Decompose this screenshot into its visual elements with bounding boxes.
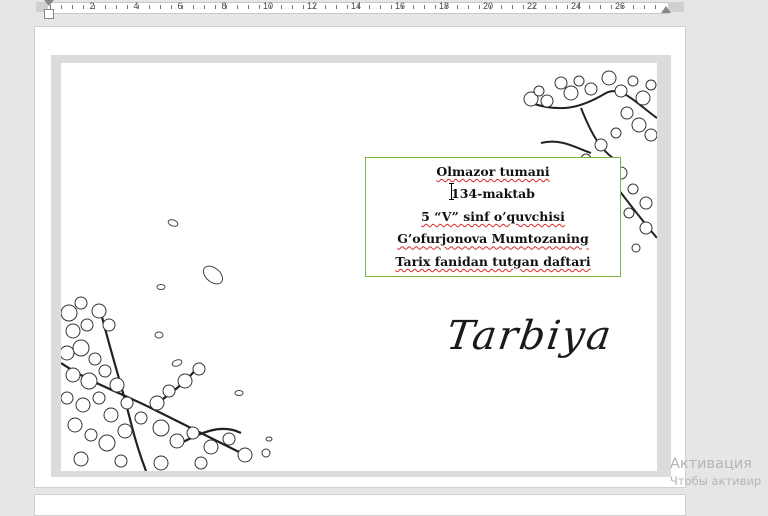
ruler-tick bbox=[545, 5, 546, 9]
ruler-tick bbox=[61, 5, 62, 9]
ruler-tick bbox=[479, 5, 480, 9]
ruler-tick bbox=[270, 5, 271, 9]
ruler-tick bbox=[424, 5, 425, 9]
ruler-tick bbox=[248, 5, 249, 9]
text-cursor-icon bbox=[449, 183, 454, 200]
ruler-tick bbox=[138, 5, 139, 9]
right-indent-marker[interactable] bbox=[661, 6, 671, 13]
ruler-tick bbox=[237, 5, 238, 9]
ruler-tick bbox=[578, 5, 579, 9]
first-line-indent-marker[interactable] bbox=[44, 0, 54, 6]
ruler-tick bbox=[457, 5, 458, 9]
ruler-tick bbox=[94, 5, 95, 9]
ruler-tick bbox=[402, 5, 403, 9]
ruler-number: 24 bbox=[570, 1, 582, 11]
script-title: Tarbiya bbox=[443, 313, 616, 359]
ruler-number: 20 bbox=[482, 1, 494, 11]
ruler-tick bbox=[105, 5, 106, 9]
ruler-tick bbox=[413, 5, 414, 9]
notebook-subject-line[interactable]: Tarix fanidan tutgan daftari bbox=[395, 251, 590, 274]
student-name-line[interactable]: G’ofurjonova Mumtozaning bbox=[397, 228, 589, 251]
ruler-tick bbox=[193, 5, 194, 9]
title-textbox[interactable]: Olmazor tumani 134-maktab 5 “V” sinf o’q… bbox=[365, 157, 621, 277]
ruler-tick bbox=[116, 5, 117, 9]
ruler-tick bbox=[435, 5, 436, 9]
ruler-tick bbox=[490, 5, 491, 9]
ruler-tick bbox=[611, 5, 612, 9]
ruler-tick bbox=[567, 5, 568, 9]
ruler-tick bbox=[325, 5, 326, 9]
ruler-tick bbox=[347, 5, 348, 9]
document-page[interactable]: Olmazor tumani 134-maktab 5 “V” sinf o’q… bbox=[34, 26, 686, 488]
ruler-tick bbox=[292, 5, 293, 9]
ruler-tick bbox=[314, 5, 315, 9]
ruler-tick bbox=[468, 5, 469, 9]
ruler-tick bbox=[380, 5, 381, 9]
ruler-tick bbox=[512, 5, 513, 9]
next-page-edge bbox=[34, 494, 686, 516]
ruler-tick bbox=[215, 5, 216, 9]
ruler-tick bbox=[655, 5, 656, 9]
ruler-tick bbox=[391, 5, 392, 9]
activation-watermark: Активация Чтобы активир bbox=[670, 455, 761, 489]
ruler-number: 16 bbox=[394, 1, 406, 11]
activation-subtitle: Чтобы активир bbox=[670, 474, 762, 488]
ruler-tick bbox=[501, 5, 502, 9]
ruler-tick bbox=[633, 5, 634, 9]
ruler-number: 12 bbox=[306, 1, 318, 11]
activation-title: Активация bbox=[670, 456, 752, 472]
ruler-tick bbox=[336, 5, 337, 9]
ruler-tick bbox=[600, 5, 601, 9]
ruler-tick bbox=[171, 5, 172, 9]
ruler-number: 18 bbox=[438, 1, 450, 11]
ruler-tick bbox=[182, 5, 183, 9]
ruler-number: 14 bbox=[350, 1, 362, 11]
ruler-tick bbox=[72, 5, 73, 9]
ruler-tick bbox=[50, 5, 51, 9]
ruler-tick bbox=[622, 5, 623, 9]
ruler-number: 10 bbox=[262, 1, 274, 11]
ruler-tick bbox=[160, 5, 161, 9]
district-line[interactable]: Olmazor tumani bbox=[436, 161, 549, 184]
horizontal-ruler[interactable]: 2 4 6 8 10 12 14 16 18 20 22 24 26 bbox=[0, 0, 768, 19]
ruler-tick bbox=[226, 5, 227, 9]
ruler-tick bbox=[259, 5, 260, 9]
school-line[interactable]: 134-maktab bbox=[451, 183, 535, 206]
ruler-tick bbox=[589, 5, 590, 9]
ruler-tick bbox=[204, 5, 205, 9]
ruler-tick bbox=[281, 5, 282, 9]
ruler-tick bbox=[446, 5, 447, 9]
class-line[interactable]: 5 “V” sinf o’quvchisi bbox=[421, 206, 565, 229]
ruler-tick bbox=[83, 5, 84, 9]
ruler-tick bbox=[523, 5, 524, 9]
ruler-tick bbox=[149, 5, 150, 9]
ruler-tick bbox=[303, 5, 304, 9]
ruler-tick bbox=[369, 5, 370, 9]
left-indent-marker[interactable] bbox=[44, 9, 54, 19]
ruler-tick bbox=[534, 5, 535, 9]
ruler-tick bbox=[644, 5, 645, 9]
ruler-tick bbox=[358, 5, 359, 9]
ruler-tick bbox=[127, 5, 128, 9]
ruler-tick bbox=[556, 5, 557, 9]
ruler-number: 22 bbox=[526, 1, 538, 11]
ruler-number: 26 bbox=[614, 1, 626, 11]
